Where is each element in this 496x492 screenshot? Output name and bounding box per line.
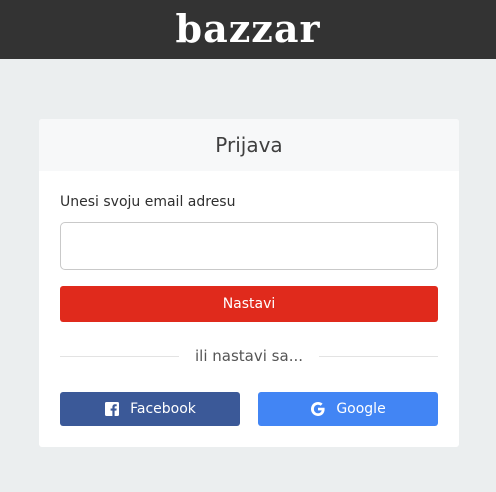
divider-line-right: [319, 355, 439, 357]
google-login-button[interactable]: Google: [258, 392, 438, 426]
email-label: Unesi svoju email adresu: [60, 194, 236, 210]
facebook-login-button[interactable]: Facebook: [60, 392, 240, 426]
divider-line-left: [60, 355, 180, 357]
divider-text: ili nastavi sa...: [195, 347, 303, 365]
login-card: Prijava Unesi svoju email adresu Nastavi…: [39, 119, 459, 447]
login-title: Prijava: [215, 133, 283, 157]
login-card-header: Prijava: [39, 119, 459, 171]
facebook-button-label: Facebook: [130, 401, 196, 417]
email-input[interactable]: [60, 222, 438, 270]
google-icon: [310, 401, 326, 417]
divider: ili nastavi sa...: [60, 346, 439, 366]
google-button-label: Google: [336, 401, 386, 417]
top-bar: bazzar: [0, 0, 496, 59]
logo[interactable]: bazzar: [176, 9, 321, 48]
continue-button-label: Nastavi: [222, 296, 276, 312]
facebook-icon: [104, 401, 120, 417]
continue-button[interactable]: Nastavi: [60, 286, 438, 322]
